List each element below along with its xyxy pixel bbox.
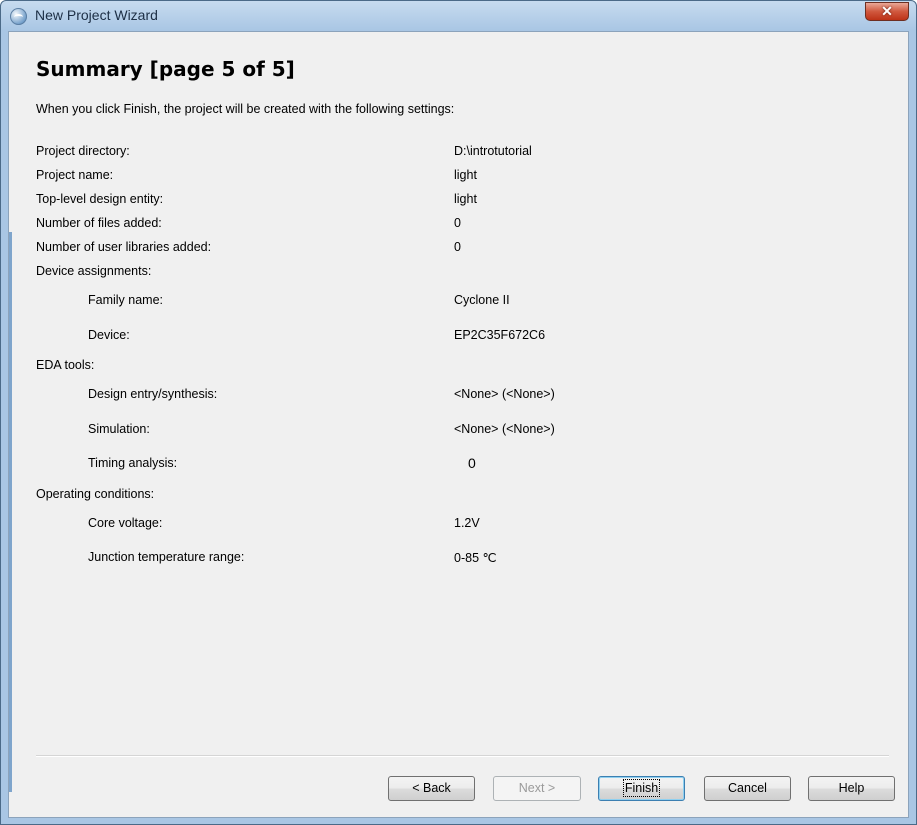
wizard-window: New Project Wizard ✕ Summary [page 5 of … bbox=[0, 0, 917, 825]
section-label: Device assignments: bbox=[36, 264, 152, 278]
section-label: Operating conditions: bbox=[36, 487, 155, 501]
app-globe-icon bbox=[10, 8, 27, 25]
setting-value: D:\introtutorial bbox=[454, 144, 532, 158]
help-button[interactable]: Help bbox=[808, 776, 895, 801]
setting-value: light bbox=[454, 168, 477, 182]
intro-text: When you click Finish, the project will … bbox=[36, 102, 455, 116]
cancel-button[interactable]: Cancel bbox=[704, 776, 791, 801]
setting-label: Junction temperature range: bbox=[88, 550, 245, 564]
finish-button-label: Finish bbox=[622, 779, 661, 797]
setting-label: Family name: bbox=[88, 293, 164, 307]
setting-value: <None> (<None>) bbox=[454, 387, 555, 401]
setting-value: Cyclone II bbox=[454, 293, 510, 307]
setting-value: 0 bbox=[468, 455, 476, 471]
left-accent-bar bbox=[9, 232, 12, 792]
setting-value: EP2C35F672C6 bbox=[454, 328, 546, 342]
setting-label: Timing analysis: bbox=[88, 456, 178, 470]
back-button[interactable]: < Back bbox=[388, 776, 475, 801]
setting-label: Device: bbox=[88, 328, 130, 342]
setting-value: 1.2V bbox=[454, 516, 480, 530]
setting-label: Project name: bbox=[36, 168, 114, 182]
section-label: EDA tools: bbox=[36, 358, 95, 372]
setting-label: Project directory: bbox=[36, 144, 130, 158]
setting-label: Simulation: bbox=[88, 422, 150, 436]
next-button[interactable]: Next > bbox=[493, 776, 581, 801]
setting-label: Design entry/synthesis: bbox=[88, 387, 218, 401]
setting-label: Top-level design entity: bbox=[36, 192, 164, 206]
page-title: Summary [page 5 of 5] bbox=[36, 57, 295, 81]
setting-value: light bbox=[454, 192, 477, 206]
setting-label: Number of files added: bbox=[36, 216, 162, 230]
title-bar[interactable]: New Project Wizard ✕ bbox=[1, 1, 916, 31]
window-title: New Project Wizard bbox=[35, 7, 158, 23]
setting-value: 0 bbox=[454, 216, 461, 230]
setting-value: 0 bbox=[454, 240, 461, 254]
button-divider bbox=[36, 755, 889, 757]
setting-value: <None> (<None>) bbox=[454, 422, 555, 436]
setting-value: 0-85 ℃ bbox=[454, 551, 497, 565]
finish-button[interactable]: Finish bbox=[598, 776, 685, 801]
setting-label: Number of user libraries added: bbox=[36, 240, 212, 254]
close-button[interactable]: ✕ bbox=[865, 2, 909, 21]
setting-label: Core voltage: bbox=[88, 516, 163, 530]
wizard-content: Summary [page 5 of 5] When you click Fin… bbox=[8, 31, 909, 818]
